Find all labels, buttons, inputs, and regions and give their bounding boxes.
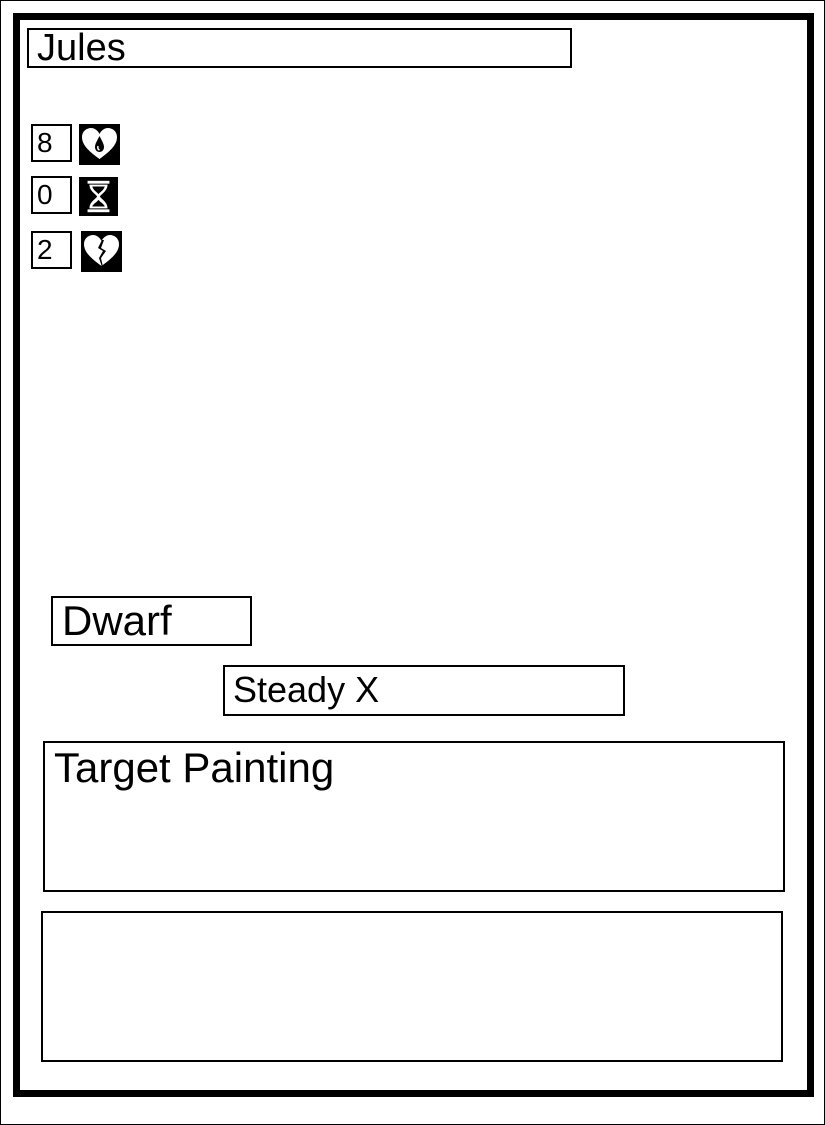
heart-drop-icon (79, 124, 120, 165)
card-race: Dwarf (51, 596, 252, 646)
stat-row-health: 8 (31, 124, 131, 165)
hourglass-icon (79, 177, 118, 216)
stat-value: 0 (31, 176, 72, 214)
card-ability: Steady X (223, 665, 625, 716)
card-text-secondary (41, 911, 783, 1062)
stat-row-time: 0 (31, 176, 131, 216)
stat-row-damage: 2 (31, 231, 131, 272)
stat-value: 8 (31, 124, 72, 162)
card-name: Jules (27, 28, 572, 68)
stat-value: 2 (31, 231, 72, 269)
card-text-primary: Target Painting (43, 741, 785, 892)
broken-heart-icon (81, 231, 122, 272)
